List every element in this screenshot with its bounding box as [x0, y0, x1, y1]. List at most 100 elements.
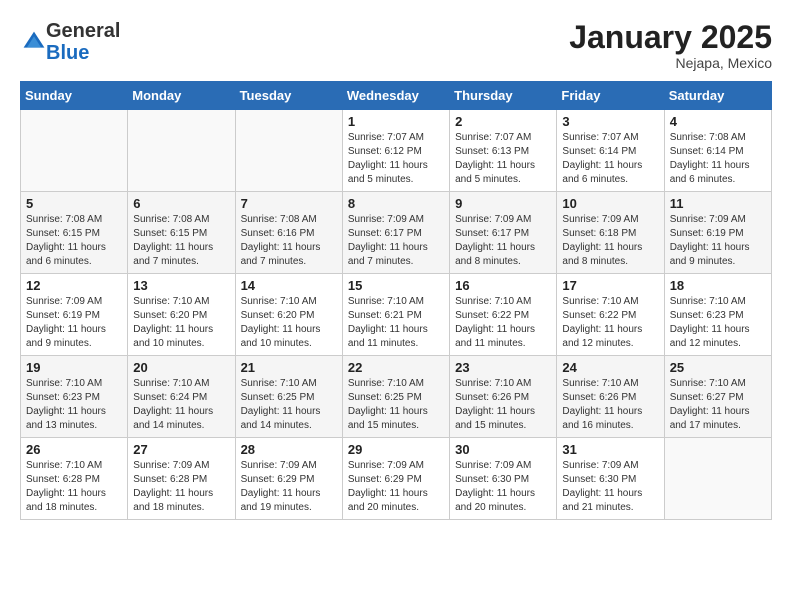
day-number: 18	[670, 278, 766, 293]
day-number: 27	[133, 442, 229, 457]
day-number: 7	[241, 196, 337, 211]
day-info: Sunrise: 7:09 AMSunset: 6:29 PMDaylight:…	[348, 459, 444, 515]
page-header: General Blue January 2025 Nejapa, Mexico	[20, 20, 772, 71]
day-number: 4	[670, 114, 766, 129]
day-number: 5	[26, 196, 122, 211]
day-info: Sunrise: 7:08 AMSunset: 6:16 PMDaylight:…	[241, 213, 337, 269]
day-info: Sunrise: 7:10 AMSunset: 6:22 PMDaylight:…	[455, 295, 551, 351]
day-info: Sunrise: 7:08 AMSunset: 6:15 PMDaylight:…	[26, 213, 122, 269]
month-title: January 2025	[569, 20, 772, 55]
table-row: 3 Sunrise: 7:07 AMSunset: 6:14 PMDaylight…	[557, 110, 664, 192]
day-number: 3	[562, 114, 658, 129]
day-info: Sunrise: 7:09 AMSunset: 6:18 PMDaylight:…	[562, 213, 658, 269]
table-row: 26 Sunrise: 7:10 AMSunset: 6:28 PMDayligh…	[21, 438, 128, 520]
table-row: 9Sunrise: 7:09 AMSunset: 6:17 PMDaylight…	[450, 192, 557, 274]
day-number: 30	[455, 442, 551, 457]
table-row: 20 Sunrise: 7:10 AMSunset: 6:24 PMDayligh…	[128, 356, 235, 438]
day-number: 14	[241, 278, 337, 293]
calendar-week-row: 19 Sunrise: 7:10 AMSunset: 6:23 PMDayligh…	[21, 356, 772, 438]
day-number: 2	[455, 114, 551, 129]
weekday-header-wednesday: Wednesday	[342, 82, 449, 110]
weekday-header-tuesday: Tuesday	[235, 82, 342, 110]
day-number: 22	[348, 360, 444, 375]
day-number: 13	[133, 278, 229, 293]
day-info: Sunrise: 7:10 AMSunset: 6:26 PMDaylight:…	[562, 377, 658, 433]
weekday-header-friday: Friday	[557, 82, 664, 110]
table-row: 21 Sunrise: 7:10 AMSunset: 6:25 PMDayligh…	[235, 356, 342, 438]
logo-icon	[22, 30, 46, 54]
calendar-week-row: 5 Sunrise: 7:08 AMSunset: 6:15 PMDaylight…	[21, 192, 772, 274]
weekday-header-monday: Monday	[128, 82, 235, 110]
day-info: Sunrise: 7:09 AMSunset: 6:17 PMDaylight:…	[455, 213, 551, 269]
day-number: 15	[348, 278, 444, 293]
day-number: 24	[562, 360, 658, 375]
table-row: 19 Sunrise: 7:10 AMSunset: 6:23 PMDayligh…	[21, 356, 128, 438]
day-info: Sunrise: 7:08 AMSunset: 6:14 PMDaylight:…	[670, 131, 766, 187]
day-number: 28	[241, 442, 337, 457]
table-row: 18 Sunrise: 7:10 AMSunset: 6:23 PMDayligh…	[664, 274, 771, 356]
day-info: Sunrise: 7:08 AMSunset: 6:15 PMDaylight:…	[133, 213, 229, 269]
weekday-header-thursday: Thursday	[450, 82, 557, 110]
day-info: Sunrise: 7:10 AMSunset: 6:22 PMDaylight:…	[562, 295, 658, 351]
table-row	[235, 110, 342, 192]
table-row: 5 Sunrise: 7:08 AMSunset: 6:15 PMDaylight…	[21, 192, 128, 274]
day-info: Sunrise: 7:10 AMSunset: 6:21 PMDaylight:…	[348, 295, 444, 351]
day-number: 1	[348, 114, 444, 129]
table-row: 11 Sunrise: 7:09 AMSunset: 6:19 PMDayligh…	[664, 192, 771, 274]
table-row	[128, 110, 235, 192]
table-row: 23 Sunrise: 7:10 AMSunset: 6:26 PMDayligh…	[450, 356, 557, 438]
weekday-header-row: SundayMondayTuesdayWednesdayThursdayFrid…	[21, 82, 772, 110]
table-row: 29Sunrise: 7:09 AMSunset: 6:29 PMDayligh…	[342, 438, 449, 520]
calendar-week-row: 1Sunrise: 7:07 AMSunset: 6:12 PMDaylight…	[21, 110, 772, 192]
table-row: 17 Sunrise: 7:10 AMSunset: 6:22 PMDayligh…	[557, 274, 664, 356]
day-number: 21	[241, 360, 337, 375]
day-info: Sunrise: 7:07 AMSunset: 6:14 PMDaylight:…	[562, 131, 658, 187]
day-number: 11	[670, 196, 766, 211]
day-info: Sunrise: 7:10 AMSunset: 6:25 PMDaylight:…	[348, 377, 444, 433]
day-info: Sunrise: 7:09 AMSunset: 6:28 PMDaylight:…	[133, 459, 229, 515]
table-row: 7 Sunrise: 7:08 AMSunset: 6:16 PMDaylight…	[235, 192, 342, 274]
day-info: Sunrise: 7:09 AMSunset: 6:17 PMDaylight:…	[348, 213, 444, 269]
day-number: 19	[26, 360, 122, 375]
day-info: Sunrise: 7:10 AMSunset: 6:26 PMDaylight:…	[455, 377, 551, 433]
day-number: 23	[455, 360, 551, 375]
table-row: 25Sunrise: 7:10 AMSunset: 6:27 PMDayligh…	[664, 356, 771, 438]
day-number: 8	[348, 196, 444, 211]
calendar-week-row: 26 Sunrise: 7:10 AMSunset: 6:28 PMDayligh…	[21, 438, 772, 520]
day-info: Sunrise: 7:10 AMSunset: 6:25 PMDaylight:…	[241, 377, 337, 433]
day-number: 20	[133, 360, 229, 375]
table-row	[664, 438, 771, 520]
day-info: Sunrise: 7:10 AMSunset: 6:20 PMDaylight:…	[241, 295, 337, 351]
day-info: Sunrise: 7:09 AMSunset: 6:30 PMDaylight:…	[562, 459, 658, 515]
table-row: 22 Sunrise: 7:10 AMSunset: 6:25 PMDayligh…	[342, 356, 449, 438]
day-info: Sunrise: 7:09 AMSunset: 6:30 PMDaylight:…	[455, 459, 551, 515]
table-row: 15 Sunrise: 7:10 AMSunset: 6:21 PMDayligh…	[342, 274, 449, 356]
day-info: Sunrise: 7:10 AMSunset: 6:23 PMDaylight:…	[26, 377, 122, 433]
table-row: 8 Sunrise: 7:09 AMSunset: 6:17 PMDaylight…	[342, 192, 449, 274]
day-info: Sunrise: 7:10 AMSunset: 6:28 PMDaylight:…	[26, 459, 122, 515]
table-row: 4 Sunrise: 7:08 AMSunset: 6:14 PMDaylight…	[664, 110, 771, 192]
logo: General Blue	[20, 20, 120, 64]
day-number: 10	[562, 196, 658, 211]
table-row: 12Sunrise: 7:09 AMSunset: 6:19 PMDayligh…	[21, 274, 128, 356]
day-info: Sunrise: 7:10 AMSunset: 6:27 PMDaylight:…	[670, 377, 766, 433]
table-row: 10 Sunrise: 7:09 AMSunset: 6:18 PMDayligh…	[557, 192, 664, 274]
table-row: 16Sunrise: 7:10 AMSunset: 6:22 PMDayligh…	[450, 274, 557, 356]
day-number: 6	[133, 196, 229, 211]
day-info: Sunrise: 7:09 AMSunset: 6:19 PMDaylight:…	[670, 213, 766, 269]
calendar: SundayMondayTuesdayWednesdayThursdayFrid…	[20, 81, 772, 520]
table-row: 6 Sunrise: 7:08 AMSunset: 6:15 PMDaylight…	[128, 192, 235, 274]
day-info: Sunrise: 7:09 AMSunset: 6:19 PMDaylight:…	[26, 295, 122, 351]
day-number: 31	[562, 442, 658, 457]
day-info: Sunrise: 7:10 AMSunset: 6:20 PMDaylight:…	[133, 295, 229, 351]
day-info: Sunrise: 7:10 AMSunset: 6:24 PMDaylight:…	[133, 377, 229, 433]
table-row: 1Sunrise: 7:07 AMSunset: 6:12 PMDaylight…	[342, 110, 449, 192]
day-info: Sunrise: 7:10 AMSunset: 6:23 PMDaylight:…	[670, 295, 766, 351]
table-row: 27 Sunrise: 7:09 AMSunset: 6:28 PMDayligh…	[128, 438, 235, 520]
day-number: 17	[562, 278, 658, 293]
table-row: 14 Sunrise: 7:10 AMSunset: 6:20 PMDayligh…	[235, 274, 342, 356]
day-info: Sunrise: 7:09 AMSunset: 6:29 PMDaylight:…	[241, 459, 337, 515]
day-info: Sunrise: 7:07 AMSunset: 6:13 PMDaylight:…	[455, 131, 551, 187]
day-number: 26	[26, 442, 122, 457]
table-row: 30 Sunrise: 7:09 AMSunset: 6:30 PMDayligh…	[450, 438, 557, 520]
